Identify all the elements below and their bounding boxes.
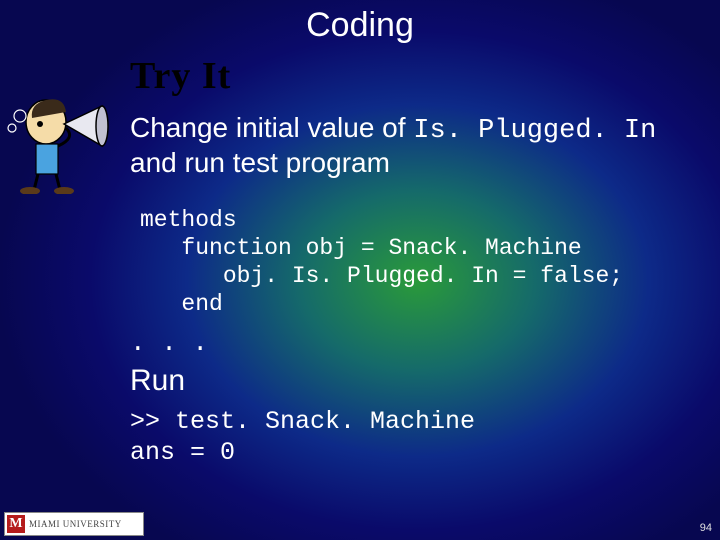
methods-code-block: methods function obj = Snack. Machine ob… bbox=[140, 206, 623, 318]
run-heading: Run bbox=[130, 364, 185, 398]
description-pre: Change initial value of bbox=[130, 112, 413, 143]
description-code: Is. Plugged. In bbox=[413, 116, 656, 146]
description-post: and run test program bbox=[130, 147, 390, 178]
logo-letter-icon: M bbox=[7, 515, 25, 533]
repl-code-block: >> test. Snack. Machine ans = 0 bbox=[130, 406, 475, 469]
ellipsis-text: . . . bbox=[130, 328, 208, 358]
slide: Coding Try It Change initial value of Is… bbox=[0, 0, 720, 540]
description-text: Change initial value of Is. Plugged. In … bbox=[130, 112, 690, 179]
university-logo: M MIAMI UNIVERSITY bbox=[4, 512, 144, 536]
slide-title: Coding bbox=[0, 6, 720, 45]
page-number: 94 bbox=[700, 522, 712, 534]
megaphone-character-icon bbox=[6, 84, 116, 194]
logo-text: MIAMI UNIVERSITY bbox=[29, 519, 122, 529]
try-it-heading: Try It bbox=[130, 54, 231, 98]
